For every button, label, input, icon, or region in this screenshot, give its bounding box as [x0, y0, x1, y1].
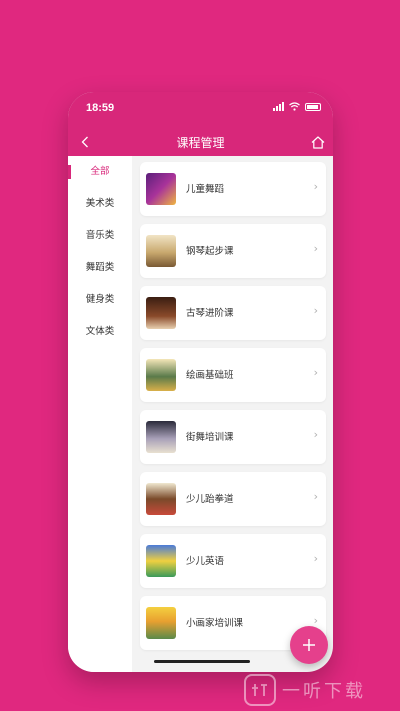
course-title: 小画家培训课 — [186, 618, 244, 629]
wifi-icon — [289, 102, 300, 111]
plus-icon — [303, 639, 315, 651]
course-card[interactable]: 钢琴起步课 › — [140, 224, 326, 278]
chevron-right-icon: › — [313, 428, 318, 441]
signal-icon — [273, 102, 284, 111]
sidebar-item-label: 音乐类 — [85, 230, 115, 241]
watermark: 一听下载 — [244, 674, 366, 706]
chevron-right-icon: › — [313, 490, 318, 503]
phone-screen: 18:59 课程管理 全部 美术类 音乐类 舞蹈类 健身类 文体类 儿童舞蹈 ›… — [68, 92, 333, 672]
course-card[interactable]: 古琴进阶课 › — [140, 286, 326, 340]
course-title: 绘画基础班 — [186, 370, 234, 381]
status-icons — [273, 102, 321, 111]
watermark-text: 一听下载 — [282, 681, 366, 702]
course-thumbnail — [146, 173, 176, 205]
course-title: 儿童舞蹈 — [186, 184, 225, 195]
chevron-right-icon: › — [313, 614, 318, 627]
course-thumbnail — [146, 483, 176, 515]
course-title: 钢琴起步课 — [186, 246, 234, 257]
listen-logo-icon — [244, 674, 276, 706]
course-list: 儿童舞蹈 › 钢琴起步课 › 古琴进阶课 › 绘画基础班 › 街舞培训课 › 少… — [140, 162, 326, 658]
course-thumbnail — [146, 545, 176, 577]
sidebar-item-label: 全部 — [90, 166, 110, 177]
home-button[interactable] — [309, 132, 327, 152]
status-time: 18:59 — [86, 102, 115, 114]
course-title: 街舞培训课 — [186, 432, 234, 443]
sidebar-item-art[interactable]: 美术类 — [68, 188, 132, 220]
course-thumbnail — [146, 297, 176, 329]
home-indicator — [154, 660, 250, 663]
course-card[interactable]: 绘画基础班 › — [140, 348, 326, 402]
course-card[interactable]: 少儿跆拳道 › — [140, 472, 326, 526]
status-bar: 18:59 — [68, 92, 333, 128]
sidebar-item-sports[interactable]: 文体类 — [68, 316, 132, 348]
course-title: 少儿英语 — [186, 556, 225, 567]
sidebar-item-label: 舞蹈类 — [85, 262, 115, 273]
course-card[interactable]: 街舞培训课 › — [140, 410, 326, 464]
chevron-right-icon: › — [313, 304, 318, 317]
nav-bar: 课程管理 — [68, 128, 333, 156]
course-thumbnail — [146, 235, 176, 267]
page-title: 课程管理 — [176, 136, 225, 150]
sidebar-item-fitness[interactable]: 健身类 — [68, 284, 132, 316]
sidebar-item-label: 健身类 — [85, 294, 115, 305]
chevron-right-icon: › — [313, 180, 318, 193]
battery-icon — [305, 102, 321, 111]
course-thumbnail — [146, 421, 176, 453]
sidebar-item-label: 文体类 — [85, 326, 115, 337]
course-card[interactable]: 少儿英语 › — [140, 534, 326, 588]
sidebar-item-dance[interactable]: 舞蹈类 — [68, 252, 132, 284]
course-title: 少儿跆拳道 — [186, 494, 234, 505]
chevron-right-icon: › — [313, 366, 318, 379]
course-title: 古琴进阶课 — [186, 308, 234, 319]
sidebar-item-music[interactable]: 音乐类 — [68, 220, 132, 252]
home-icon — [311, 135, 325, 149]
course-card[interactable]: 儿童舞蹈 › — [140, 162, 326, 216]
sidebar-item-all[interactable]: 全部 — [68, 156, 132, 188]
category-sidebar: 全部 美术类 音乐类 舞蹈类 健身类 文体类 — [68, 156, 132, 672]
course-thumbnail — [146, 607, 176, 639]
sidebar-item-label: 美术类 — [85, 198, 115, 209]
add-course-button[interactable] — [290, 626, 328, 664]
course-thumbnail — [146, 359, 176, 391]
chevron-right-icon: › — [313, 552, 318, 565]
chevron-right-icon: › — [313, 242, 318, 255]
